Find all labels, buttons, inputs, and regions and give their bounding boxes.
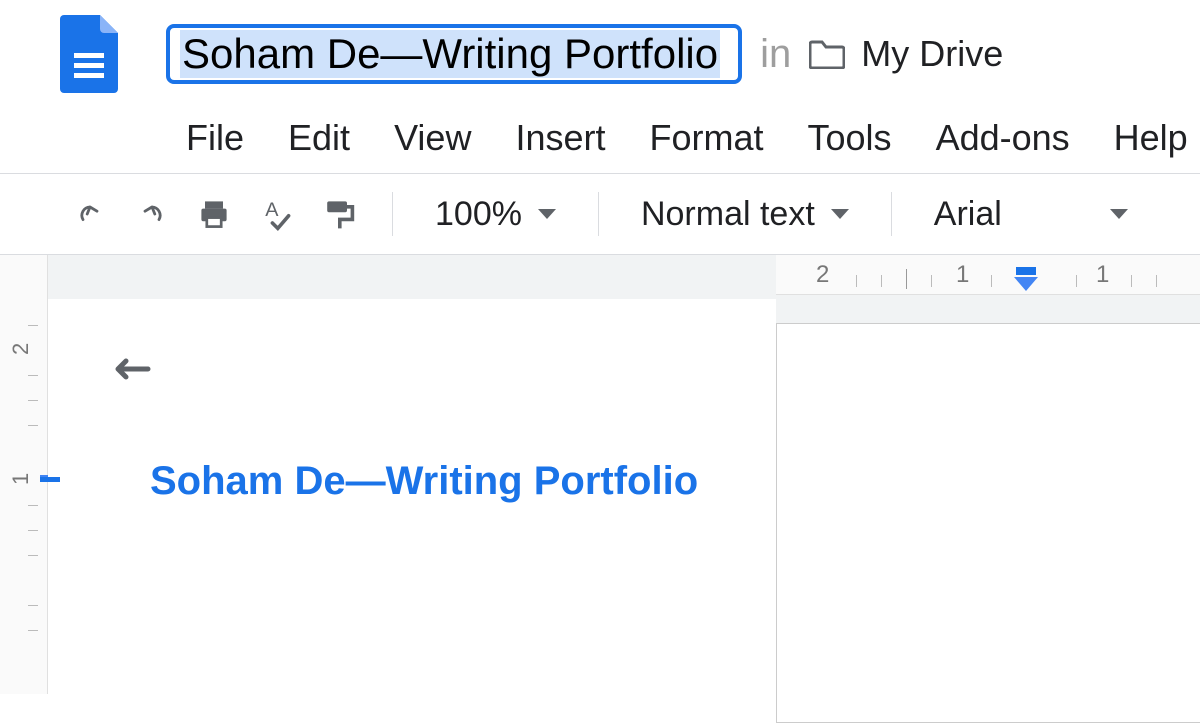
svg-text:A: A [265, 199, 279, 221]
print-button[interactable] [194, 194, 234, 234]
style-value: Normal text [641, 195, 815, 234]
outline-current-indicator [40, 477, 60, 482]
ruler-mark: 2 [8, 343, 34, 355]
outline-back-button[interactable] [110, 349, 160, 389]
chevron-down-icon [831, 209, 849, 219]
style-dropdown[interactable]: Normal text [633, 195, 857, 234]
undo-button[interactable] [70, 194, 110, 234]
font-dropdown[interactable]: Arial [926, 195, 1136, 234]
menu-bar: File Edit View Insert Format Tools Add-o… [0, 93, 1200, 173]
menu-tools[interactable]: Tools [808, 117, 892, 159]
drive-label: My Drive [861, 33, 1003, 75]
vertical-ruler[interactable]: 2 1 [0, 255, 48, 694]
location-prefix: in [760, 32, 791, 77]
separator [598, 192, 599, 236]
zoom-value: 100% [435, 195, 522, 234]
outline-heading[interactable]: Soham De—Writing Portfolio [110, 459, 698, 504]
workspace: 2 1 Soham De—Writing Portfolio 2 [0, 254, 1200, 694]
spellcheck-button[interactable]: A [256, 194, 296, 234]
title-input-container[interactable]: Soham De—Writing Portfolio [166, 24, 742, 84]
folder-icon [809, 39, 845, 69]
menu-view[interactable]: View [394, 117, 471, 159]
zoom-dropdown[interactable]: 100% [427, 195, 564, 234]
ruler-mark: 1 [8, 473, 34, 485]
separator [392, 192, 393, 236]
menu-help[interactable]: Help [1114, 117, 1188, 159]
ruler-mark: 2 [816, 261, 829, 289]
header: Soham De—Writing Portfolio in My Drive [0, 0, 1200, 93]
menu-addons[interactable]: Add-ons [936, 117, 1070, 159]
drive-location[interactable]: My Drive [809, 33, 1003, 75]
page-area: 2 1 1 [776, 255, 1200, 694]
menu-file[interactable]: File [186, 117, 244, 159]
menu-insert[interactable]: Insert [515, 117, 605, 159]
doc-title-input[interactable]: Soham De—Writing Portfolio [180, 30, 720, 78]
chevron-down-icon [1110, 209, 1128, 219]
font-value: Arial [934, 195, 1002, 234]
menu-edit[interactable]: Edit [288, 117, 350, 159]
separator [891, 192, 892, 236]
horizontal-ruler[interactable]: 2 1 1 [776, 255, 1200, 295]
chevron-down-icon [538, 209, 556, 219]
ruler-mark: 1 [1096, 261, 1109, 289]
ruler-mark: 1 [956, 261, 969, 289]
indent-marker[interactable] [1012, 267, 1040, 298]
document-page[interactable] [776, 323, 1200, 723]
toolbar: A 100% Normal text Arial [0, 174, 1200, 254]
docs-logo-icon[interactable] [60, 15, 118, 93]
outline-panel: Soham De—Writing Portfolio [48, 299, 776, 694]
menu-format[interactable]: Format [650, 117, 764, 159]
paint-format-button[interactable] [318, 194, 358, 234]
redo-button[interactable] [132, 194, 172, 234]
